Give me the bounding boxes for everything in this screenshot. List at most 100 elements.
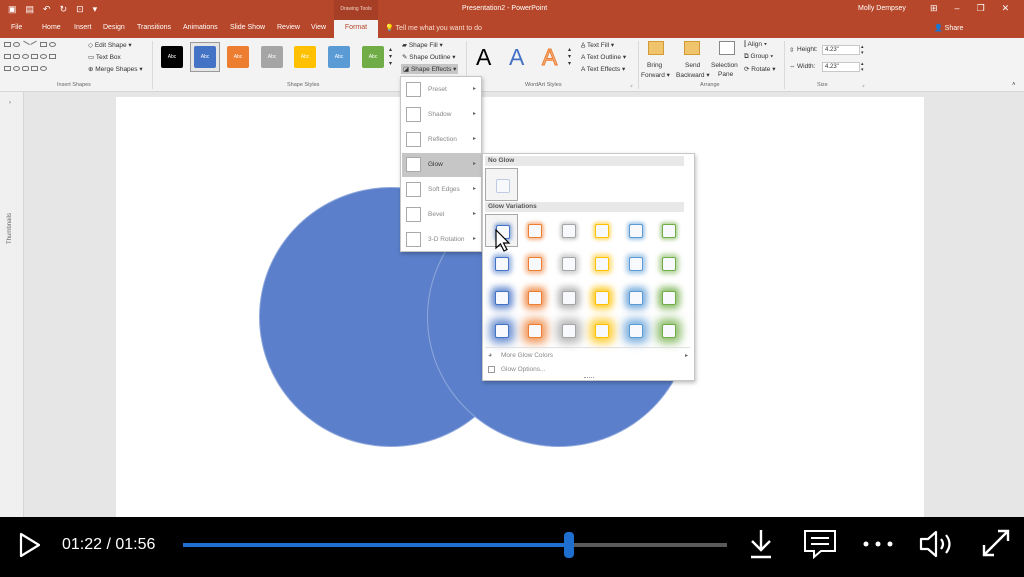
effects-menu-glow[interactable]: Glow ▸: [402, 153, 481, 177]
resize-grip-icon[interactable]: [584, 377, 594, 379]
minimize-icon[interactable]: –: [955, 3, 960, 14]
effects-menu-preset[interactable]: Preset ▸: [402, 78, 481, 102]
effects-menu-3d-rotation[interactable]: 3-D Rotation ▸: [402, 228, 481, 252]
seek-bar-handle[interactable]: [564, 532, 575, 558]
glow-variation-option[interactable]: [585, 281, 618, 314]
glow-variation-option[interactable]: [485, 314, 518, 347]
rotate-button[interactable]: ⟳ Rotate ▾: [744, 65, 776, 73]
present-icon[interactable]: ▤: [26, 4, 35, 15]
shape-style-gray[interactable]: Abc: [261, 46, 283, 68]
glow-options-item[interactable]: Glow Options...: [485, 364, 690, 376]
captions-icon[interactable]: [803, 529, 837, 559]
text-fill-button[interactable]: A̲ Text Fill ▾: [581, 41, 614, 49]
shapes-gallery[interactable]: [4, 40, 82, 78]
wordart-style-blue[interactable]: A: [509, 44, 524, 71]
restore-icon[interactable]: ❐: [977, 3, 985, 14]
tab-file[interactable]: File: [11, 24, 22, 31]
edit-shape-button[interactable]: ◇ Edit Shape ▾: [88, 41, 132, 49]
shape-outline-button[interactable]: ✎ Shape Outline ▾: [402, 53, 456, 61]
glow-variation-option[interactable]: [585, 247, 618, 280]
text-effects-button[interactable]: A Text Effects ▾: [581, 65, 625, 73]
text-box-button[interactable]: ▭ Text Box: [88, 53, 121, 61]
glow-variation-option[interactable]: [518, 214, 551, 247]
expand-thumbnails-icon[interactable]: ›: [9, 100, 11, 106]
effects-menu-soft-edges[interactable]: Soft Edges ▸: [402, 178, 481, 202]
tab-animations[interactable]: Animations: [183, 24, 218, 31]
play-icon[interactable]: [19, 532, 41, 558]
height-input[interactable]: 4.23": [822, 45, 860, 55]
glow-variation-option[interactable]: [518, 247, 551, 280]
height-spinner-icon[interactable]: ▴ ▾: [861, 44, 864, 56]
effects-menu-shadow[interactable]: Shadow ▸: [402, 103, 481, 127]
share-button[interactable]: 👤 Share: [934, 24, 963, 32]
shape-style-blue[interactable]: Abc: [194, 46, 216, 68]
shape-effects-button[interactable]: ◪ Shape Effects ▾: [401, 64, 459, 74]
glow-variation-option[interactable]: [585, 314, 618, 347]
shape-style-black[interactable]: Abc: [161, 46, 183, 68]
glow-variation-option[interactable]: [518, 314, 551, 347]
shape-style-gold[interactable]: Abc: [294, 46, 316, 68]
align-button[interactable]: ⫿ Align ▾: [744, 41, 767, 49]
tab-insert[interactable]: Insert: [74, 24, 92, 31]
glow-variation-option[interactable]: [552, 281, 585, 314]
wordart-style-black[interactable]: A: [476, 44, 491, 71]
wordart-dialog-launcher-icon[interactable]: ⌟: [630, 82, 633, 88]
width-input[interactable]: 4.23": [822, 62, 860, 72]
size-dialog-launcher-icon[interactable]: ⌟: [862, 82, 865, 88]
glow-variation-option[interactable]: [518, 281, 551, 314]
start-from-beginning-icon[interactable]: ⊡: [76, 4, 84, 15]
glow-variation-option[interactable]: [485, 281, 518, 314]
glow-variation-option[interactable]: [652, 247, 685, 280]
effects-menu-reflection[interactable]: Reflection ▸: [402, 128, 481, 152]
undo-icon[interactable]: ↶: [43, 4, 51, 15]
tell-me-search[interactable]: 💡 Tell me what you want to do: [385, 24, 482, 32]
customize-qat-icon[interactable]: ▾: [93, 4, 98, 15]
redo-icon[interactable]: ↻: [60, 4, 68, 15]
tab-transitions[interactable]: Transitions: [137, 24, 171, 31]
group-button[interactable]: ⧉ Group ▾: [744, 53, 773, 61]
tab-home[interactable]: Home: [42, 24, 61, 31]
collapse-ribbon-icon[interactable]: ˄: [1012, 82, 1016, 88]
send-backward-button[interactable]: Send Backward ▾: [676, 41, 710, 83]
shape-style-light-blue[interactable]: Abc: [328, 46, 350, 68]
wordart-gallery-scroll-icon[interactable]: ▴ ▾ ▾: [568, 46, 571, 67]
more-options-icon[interactable]: [862, 539, 894, 549]
tab-design[interactable]: Design: [103, 24, 125, 31]
user-name[interactable]: Molly Dempsey: [858, 5, 906, 12]
ribbon-display-options-icon[interactable]: ⊞: [930, 3, 938, 14]
styles-gallery-scroll-icon[interactable]: ▴ ▾ ▾: [389, 46, 392, 67]
tab-review[interactable]: Review: [277, 24, 300, 31]
fullscreen-icon[interactable]: [980, 527, 1012, 559]
tab-slide-show[interactable]: Slide Show: [230, 24, 265, 31]
volume-icon[interactable]: [918, 529, 956, 559]
glow-variation-option[interactable]: [619, 214, 652, 247]
width-spinner-icon[interactable]: ▴ ▾: [861, 61, 864, 73]
shape-style-orange[interactable]: Abc: [227, 46, 249, 68]
more-glow-colors-item[interactable]: ◕ More Glow Colors ▸: [485, 350, 690, 362]
glow-variation-option[interactable]: [652, 281, 685, 314]
glow-variation-option[interactable]: [619, 314, 652, 347]
glow-variation-option[interactable]: [652, 314, 685, 347]
shape-fill-button[interactable]: ▰ Shape Fill ▾: [402, 41, 443, 49]
glow-variation-option[interactable]: [552, 314, 585, 347]
glow-variation-option[interactable]: [585, 214, 618, 247]
glow-variation-option[interactable]: [619, 281, 652, 314]
bring-forward-button[interactable]: Bring Forward ▾: [641, 41, 670, 83]
glow-variation-option[interactable]: [552, 247, 585, 280]
no-glow-option[interactable]: [485, 168, 518, 201]
wordart-style-orange[interactable]: A: [541, 44, 557, 71]
glow-variation-option[interactable]: [652, 214, 685, 247]
close-icon[interactable]: ✕: [1002, 3, 1010, 14]
shape-style-green[interactable]: Abc: [362, 46, 384, 68]
save-icon[interactable]: ▣: [8, 4, 17, 15]
tab-view[interactable]: View: [311, 24, 326, 31]
glow-variation-option[interactable]: [619, 247, 652, 280]
tab-format[interactable]: Format: [334, 20, 378, 38]
glow-variation-option[interactable]: [552, 214, 585, 247]
text-outline-button[interactable]: A Text Outline ▾: [581, 53, 626, 61]
download-icon[interactable]: [748, 528, 774, 560]
effects-menu-bevel[interactable]: Bevel ▸: [402, 203, 481, 227]
merge-shapes-button[interactable]: ⊕ Merge Shapes ▾: [88, 65, 143, 73]
selection-pane-button[interactable]: Selection Pane: [711, 41, 741, 83]
seek-bar[interactable]: [183, 532, 727, 558]
